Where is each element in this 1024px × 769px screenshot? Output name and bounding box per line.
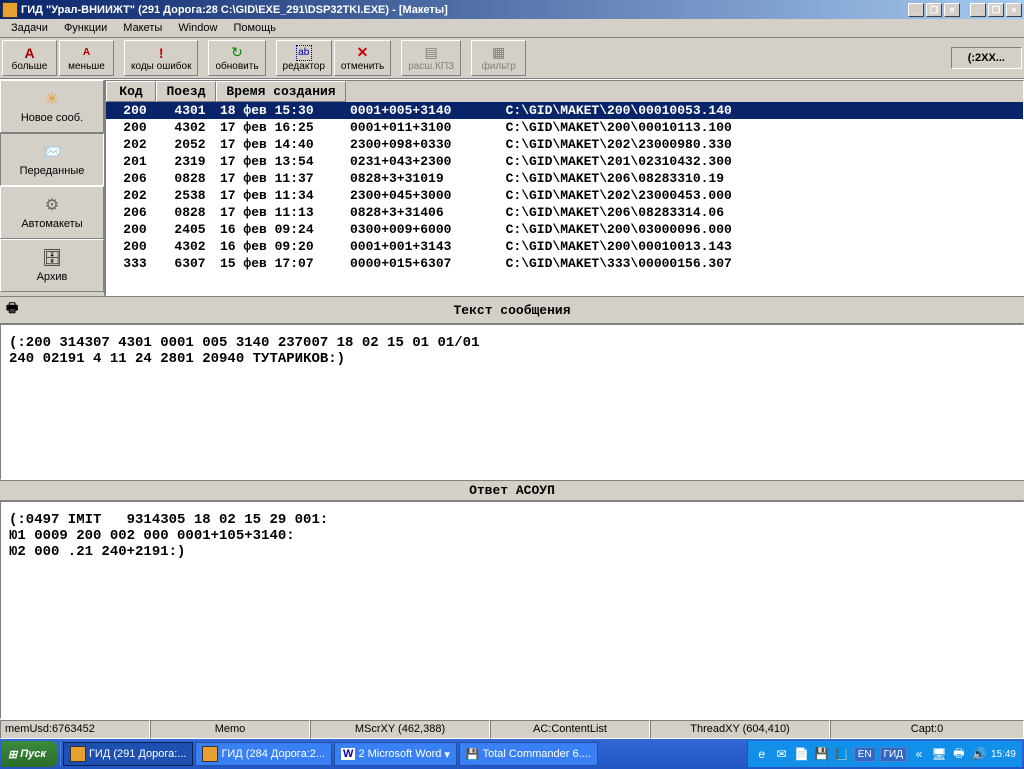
table-header: Код Поезд Время создания [106, 81, 1023, 102]
table-row[interactable]: 206082817 фев 11:130828+3+31406 C:\GID\M… [106, 204, 1023, 221]
message-table[interactable]: Код Поезд Время создания 200430118 фев 1… [105, 80, 1024, 296]
tray-doc-icon[interactable]: 📄 [794, 746, 810, 762]
reply-text[interactable]: (:0497 IMIT 9314305 18 02 15 29 001: Ю1 … [0, 501, 1024, 719]
refresh-icon: ↻ [229, 45, 245, 61]
table-row[interactable]: 200430118 фев 15:300001+005+3140 C:\GID\… [106, 102, 1023, 119]
filter-icon: ▦ [491, 45, 507, 61]
side-sent[interactable]: 📨Переданные [0, 133, 104, 186]
mdi-restore-button[interactable]: ❐ [926, 3, 942, 17]
minimize-button[interactable]: _ [970, 3, 986, 17]
table-row[interactable]: 206082817 фев 11:370828+3+31019 C:\GID\M… [106, 170, 1023, 187]
menu-functions[interactable]: Функции [57, 20, 114, 36]
archive-icon: 🗄 [40, 248, 64, 268]
editor-button[interactable]: abредактор [276, 40, 332, 76]
status-mscr: MScrXY (462,388) [310, 720, 490, 739]
status-bar: memUsd:6763452 Memo MScrXY (462,388) AC:… [0, 719, 1024, 739]
table-row[interactable]: 202205217 фев 14:402300+098+0330 C:\GID\… [106, 136, 1023, 153]
app-icon [2, 2, 18, 18]
col-created[interactable]: Время создания [216, 81, 346, 102]
code-box[interactable]: (:2XX... [951, 47, 1022, 69]
table-row[interactable]: 200240516 фев 09:240300+009+6000 C:\GID\… [106, 221, 1023, 238]
tray-ie-icon[interactable]: e [754, 746, 770, 762]
status-capt: Capt:0 [830, 720, 1024, 739]
cancel-button[interactable]: ✕отменить [334, 40, 391, 76]
print-icon[interactable]: 🖶 [2, 299, 22, 321]
side-panel: ✳Новое сооб. 📨Переданные ⚙Автомакеты 🗄Ар… [0, 80, 105, 296]
msg-title-bar: 🖶 Текст сообщения [0, 296, 1024, 324]
side-new-msg[interactable]: ✳Новое сооб. [0, 80, 104, 133]
more-button[interactable]: Aбольше [2, 40, 57, 76]
taskbar-item[interactable]: ГИД (291 Дорога:... [63, 742, 193, 766]
table-row[interactable]: 201231917 фев 13:540231+043+2300 C:\GID\… [106, 153, 1023, 170]
sent-icon: 📨 [40, 142, 64, 162]
status-ac: AC:ContentList [490, 720, 650, 739]
taskbar-item[interactable]: W2 Microsoft Word▾ [334, 742, 457, 766]
table-row[interactable]: 202253817 фев 11:342300+045+3000 C:\GID\… [106, 187, 1023, 204]
doc-icon: ▤ [423, 45, 439, 61]
side-archive[interactable]: 🗄Архив [0, 239, 104, 292]
cancel-icon: ✕ [355, 45, 371, 61]
menu-templates[interactable]: Макеты [116, 20, 169, 36]
tray-mail-icon[interactable]: ✉ [774, 746, 790, 762]
tray-printer-icon[interactable]: 🖶 [951, 746, 967, 762]
tray-vol-icon[interactable]: 🔊 [971, 746, 987, 762]
error-codes-button[interactable]: !коды ошибок [124, 40, 198, 76]
start-button[interactable]: ⊞Пуск [2, 741, 58, 767]
menu-window[interactable]: Window [171, 20, 224, 36]
col-code[interactable]: Код [106, 81, 156, 102]
reply-title-bar: Ответ АСОУП [0, 480, 1024, 501]
exclaim-icon: ! [153, 45, 169, 61]
filter-button: ▦фильтр [471, 40, 526, 76]
system-tray: e ✉ 📄 💾 📘 EN ГИД « 🖥 🖶 🔊 15:49 [747, 741, 1022, 767]
gid-indicator[interactable]: ГИД [880, 747, 907, 762]
table-row[interactable]: 333630715 фев 17:070000+015+6307 C:\GID\… [106, 255, 1023, 272]
window-title: ГИД "Урал-ВНИИЖТ" (291 Дорога:28 C:\GID\… [21, 4, 908, 16]
windows-icon: ⊞ [8, 748, 17, 761]
table-row[interactable]: 200430217 фев 16:250001+011+3100 C:\GID\… [106, 119, 1023, 136]
restore-button[interactable]: ❐ [988, 3, 1004, 17]
tray-monitor-icon[interactable]: 🖥 [931, 746, 947, 762]
font-smaller-icon: A [79, 45, 95, 61]
menu-bar: Задачи Функции Макеты Window Помощь [0, 19, 1024, 38]
taskbar-item[interactable]: ГИД (284 Дорога:2... [195, 742, 332, 766]
tray-book-icon[interactable]: 📘 [834, 746, 850, 762]
font-bigger-icon: A [22, 45, 38, 61]
taskbar-item[interactable]: 💾Total Commander 6.... [459, 742, 598, 766]
status-thread: ThreadXY (604,410) [650, 720, 830, 739]
table-row[interactable]: 200430216 фев 09:200001+001+3143 C:\GID\… [106, 238, 1023, 255]
taskbar: ⊞Пуск ГИД (291 Дорога:...ГИД (284 Дорога… [0, 739, 1024, 769]
menu-help[interactable]: Помощь [226, 20, 283, 36]
sparkle-icon: ✳ [40, 89, 64, 109]
message-text[interactable]: (:200 314307 4301 0001 005 3140 237007 1… [0, 324, 1024, 480]
mdi-minimize-button[interactable]: _ [908, 3, 924, 17]
col-train[interactable]: Поезд [156, 81, 216, 102]
language-indicator[interactable]: EN [854, 747, 876, 762]
less-button[interactable]: Aменьше [59, 40, 114, 76]
mdi-close-button[interactable]: × [944, 3, 960, 17]
editor-icon: ab [296, 45, 312, 61]
title-bar: ГИД "Урал-ВНИИЖТ" (291 Дорога:28 C:\GID\… [0, 0, 1024, 19]
status-mem: memUsd:6763452 [0, 720, 150, 739]
toolbar: Aбольше Aменьше !коды ошибок ↻обновить a… [0, 38, 1024, 79]
refresh-button[interactable]: ↻обновить [208, 40, 265, 76]
clock[interactable]: 15:49 [991, 749, 1016, 760]
rasp-kpz-button: ▤расш.КПЗ [401, 40, 461, 76]
status-memo: Memo [150, 720, 310, 739]
tray-expand-icon[interactable]: « [911, 746, 927, 762]
close-button[interactable]: × [1006, 3, 1022, 17]
tray-save-icon[interactable]: 💾 [814, 746, 830, 762]
side-auto[interactable]: ⚙Автомакеты [0, 186, 104, 239]
menu-tasks[interactable]: Задачи [4, 20, 55, 36]
gear-icon: ⚙ [40, 195, 64, 215]
